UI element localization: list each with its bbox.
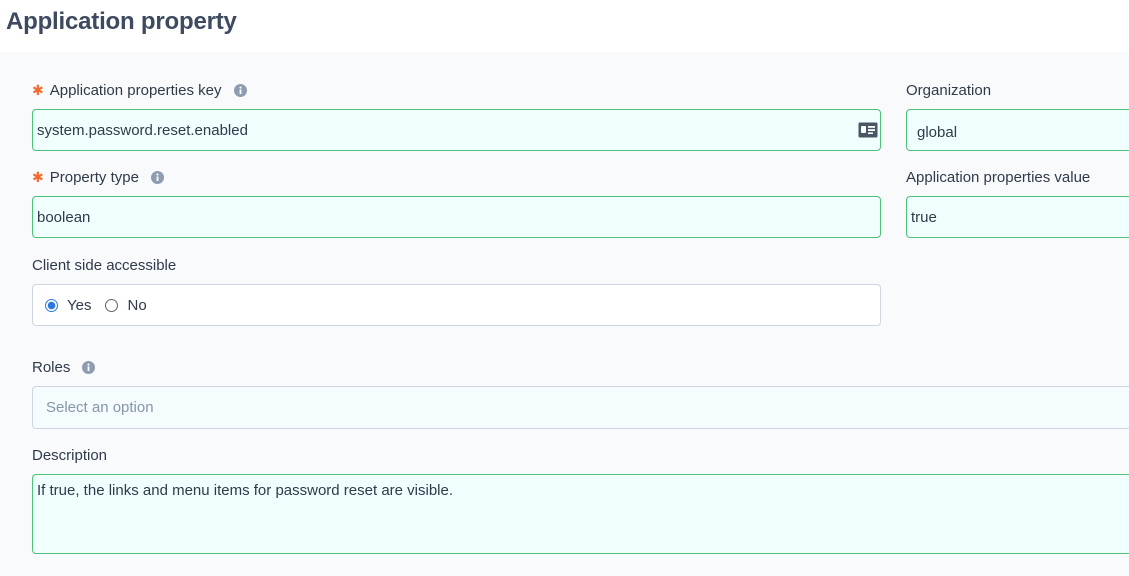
description-textarea[interactable]: If true, the links and menu items for pa… <box>32 474 1129 554</box>
id-card-icon[interactable] <box>858 122 878 142</box>
no-radio[interactable] <box>105 298 119 312</box>
info-icon[interactable] <box>233 84 247 97</box>
value-label: Application properties value <box>906 169 1091 186</box>
property-type-label-group: ✱ Property type <box>32 169 164 186</box>
key-label: Application properties key <box>49 82 222 99</box>
organization-input[interactable]: global <box>906 109 1129 151</box>
key-label-group: ✱ Application properties key <box>32 82 247 99</box>
value-value: true <box>911 208 937 226</box>
property-type-input[interactable]: boolean <box>32 196 881 238</box>
client-side-label: Client side accessible <box>32 257 177 274</box>
client-side-radio-group: Yes No <box>32 284 881 326</box>
info-icon[interactable] <box>150 171 164 184</box>
info-icon[interactable] <box>82 361 96 374</box>
yes-radio[interactable] <box>45 298 58 312</box>
value-input[interactable]: true <box>906 196 1129 238</box>
required-asterisk-icon: ✱ <box>32 82 44 98</box>
property-type-value: boolean <box>37 208 91 226</box>
description-label: Description <box>32 447 108 464</box>
roles-label-group: Roles <box>32 359 96 376</box>
property-type-label: Property type <box>49 169 139 186</box>
page-title: Application property <box>6 8 237 35</box>
key-input[interactable]: system.password.reset.enabled <box>32 109 881 151</box>
no-radio-label[interactable]: No <box>127 297 146 314</box>
roles-placeholder: Select an option <box>46 399 154 416</box>
organization-label: Organization <box>906 82 992 99</box>
key-value: system.password.reset.enabled <box>37 121 248 139</box>
roles-select[interactable]: Select an option <box>32 386 1129 429</box>
required-asterisk-icon: ✱ <box>32 169 44 185</box>
organization-value: global <box>917 123 958 141</box>
description-value: If true, the links and menu items for pa… <box>37 482 454 499</box>
roles-label: Roles <box>32 359 71 376</box>
yes-radio-label[interactable]: Yes <box>67 297 91 314</box>
